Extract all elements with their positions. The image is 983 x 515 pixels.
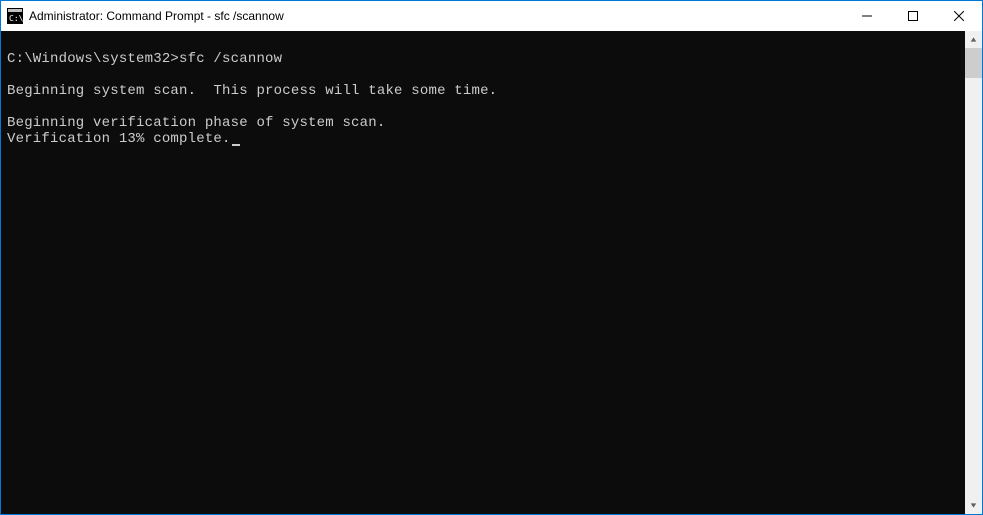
svg-text:C:\: C:\ bbox=[9, 14, 23, 23]
command-prompt-window: C:\ Administrator: Command Prompt - sfc … bbox=[0, 0, 983, 515]
verification-text: Verification 13% complete. bbox=[7, 131, 231, 147]
window-title: Administrator: Command Prompt - sfc /sca… bbox=[29, 9, 284, 23]
output-line: Beginning verification phase of system s… bbox=[7, 115, 959, 131]
output-line: Beginning system scan. This process will… bbox=[7, 83, 959, 99]
console-output[interactable]: C:\Windows\system32>sfc /scannow Beginnin… bbox=[1, 31, 965, 514]
blank-line bbox=[7, 99, 959, 115]
blank-line bbox=[7, 67, 959, 83]
window-controls bbox=[844, 1, 982, 31]
cmd-icon: C:\ bbox=[7, 8, 23, 24]
close-button[interactable] bbox=[936, 1, 982, 31]
prompt-line: C:\Windows\system32>sfc /scannow bbox=[7, 51, 959, 67]
client-area: C:\Windows\system32>sfc /scannow Beginnin… bbox=[1, 31, 982, 514]
prompt-text: C:\Windows\system32> bbox=[7, 51, 179, 67]
text-cursor bbox=[232, 144, 240, 146]
scroll-thumb[interactable] bbox=[965, 48, 982, 78]
vertical-scrollbar[interactable] bbox=[965, 31, 982, 514]
output-line: Verification 13% complete. bbox=[7, 131, 959, 147]
titlebar[interactable]: C:\ Administrator: Command Prompt - sfc … bbox=[1, 1, 982, 31]
scroll-track[interactable] bbox=[965, 48, 982, 497]
minimize-button[interactable] bbox=[844, 1, 890, 31]
blank-line bbox=[7, 35, 959, 51]
maximize-button[interactable] bbox=[890, 1, 936, 31]
scroll-down-button[interactable] bbox=[965, 497, 982, 514]
scroll-up-button[interactable] bbox=[965, 31, 982, 48]
command-text: sfc /scannow bbox=[179, 51, 282, 67]
